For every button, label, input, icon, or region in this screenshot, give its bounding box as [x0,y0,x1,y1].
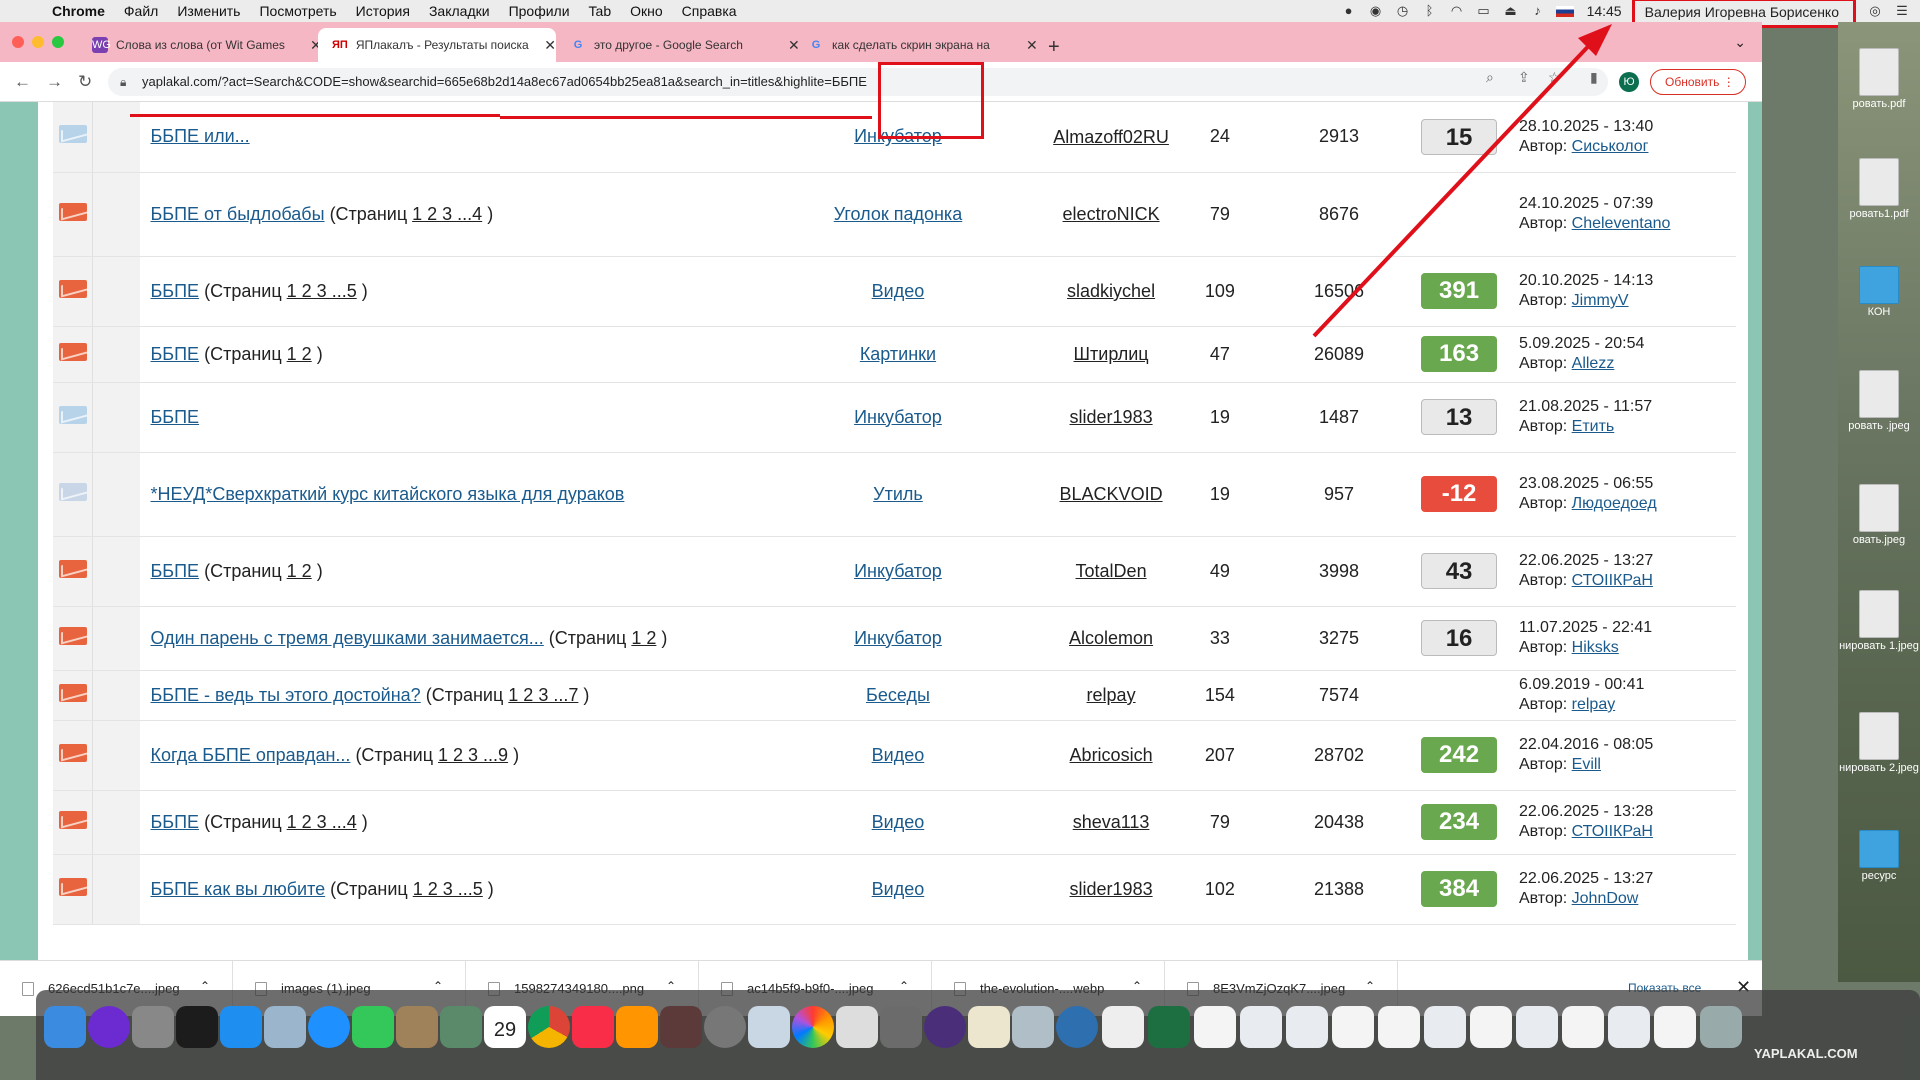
annotation-arrow [1312,24,1612,338]
